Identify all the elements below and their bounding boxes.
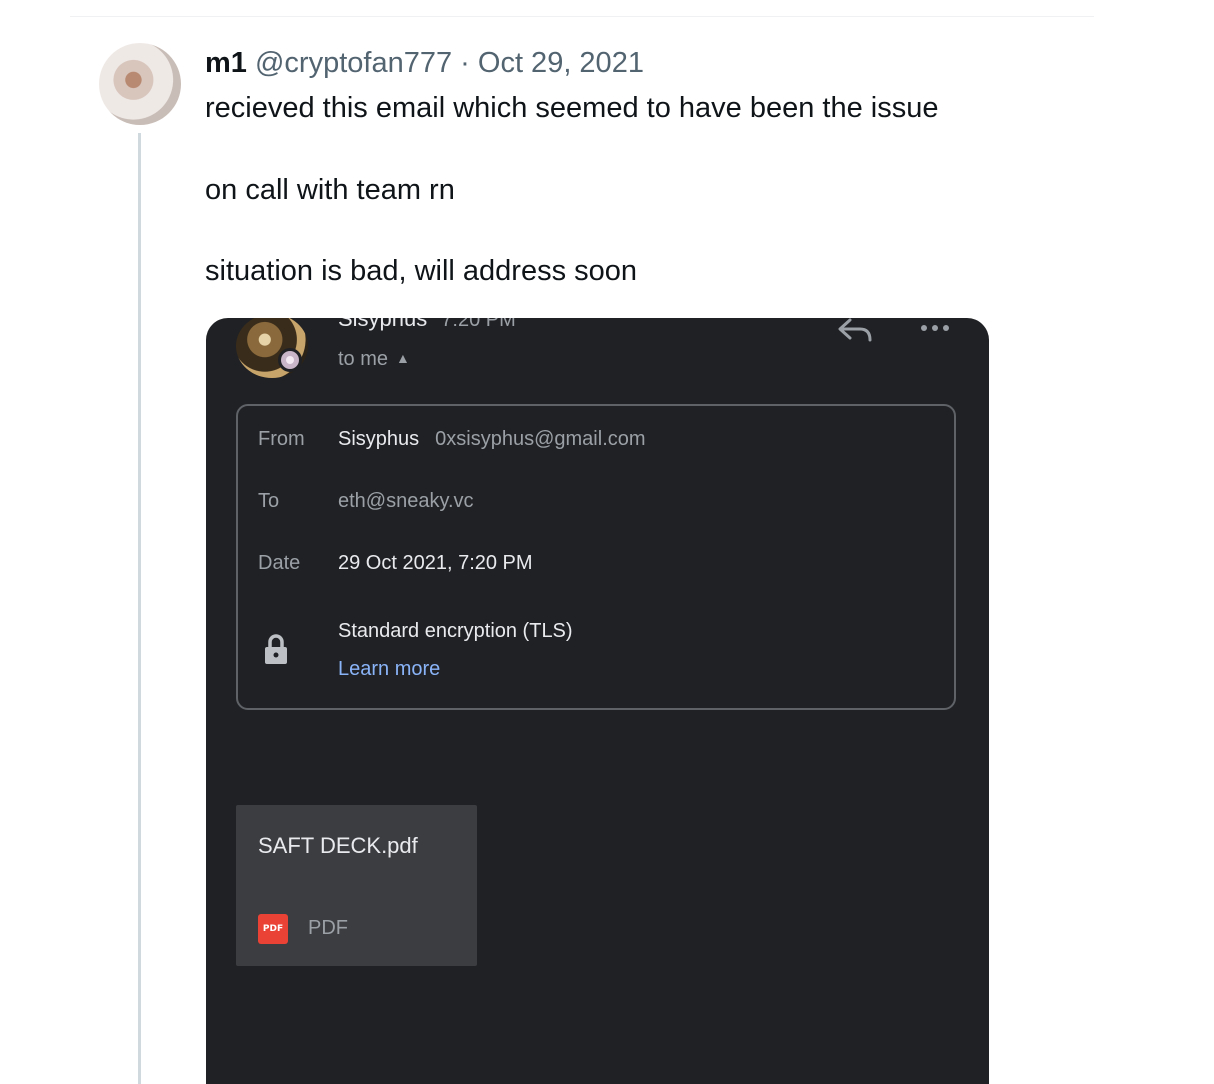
display-name[interactable]: m1 — [205, 47, 247, 79]
attachment-type: PDF — [308, 917, 348, 939]
more-icon[interactable] — [916, 318, 956, 338]
from-email[interactable]: 0xsisyphus@gmail.com — [435, 428, 645, 450]
pdf-icon: PDF — [258, 914, 288, 944]
sender-time: 7:20 PM — [441, 318, 516, 331]
sender-name: Sisyphus — [338, 318, 428, 331]
sender-line: Sisyphus 7:20 PM — [338, 318, 516, 332]
chevron-up-icon: ▲ — [396, 350, 410, 366]
tweet-text-line: on call with team rn — [205, 174, 455, 206]
lock-icon — [265, 634, 287, 664]
recipient-summary[interactable]: to me ▲ — [338, 348, 410, 371]
message-details: From Sisyphus 0xsisyphus@gmail.com To eth… — [236, 404, 956, 710]
from-value: Sisyphus 0xsisyphus@gmail.com — [338, 428, 646, 451]
sender-badge — [278, 348, 302, 372]
from-name: Sisyphus — [338, 428, 420, 450]
from-label: From — [258, 428, 305, 450]
recipient-summary-label: to me — [338, 348, 389, 370]
date-value: 29 Oct 2021, 7:20 PM — [338, 552, 533, 574]
tweet-header: m1 @cryptofan777 · Oct 29, 2021 — [205, 44, 644, 82]
email-screenshot[interactable]: Sisyphus 7:20 PM to me ▲ From Sisyphus 0xsi… — [206, 318, 989, 1084]
user-handle[interactable]: @cryptofan777 — [255, 47, 452, 79]
learn-more-link[interactable]: Learn more — [338, 658, 440, 681]
top-divider — [70, 16, 1094, 17]
reply-icon[interactable] — [836, 318, 876, 346]
avatar[interactable] — [99, 43, 181, 125]
to-value[interactable]: eth@sneaky.vc — [338, 490, 474, 513]
security-text: Standard encryption (TLS) — [338, 620, 573, 642]
attachment-card[interactable]: SAFT DECK.pdf PDF PDF — [236, 805, 477, 966]
tweet-text-line: situation is bad, will address soon — [205, 255, 638, 287]
to-label: To — [258, 490, 280, 512]
thread-line — [138, 133, 141, 1084]
date-label: Date — [258, 552, 301, 574]
separator: · — [460, 47, 470, 79]
tweet-text-line: recieved this email which seemed to have… — [205, 92, 939, 124]
attachment-name: SAFT DECK.pdf — [258, 833, 418, 858]
tweet-date[interactable]: Oct 29, 2021 — [478, 47, 644, 79]
